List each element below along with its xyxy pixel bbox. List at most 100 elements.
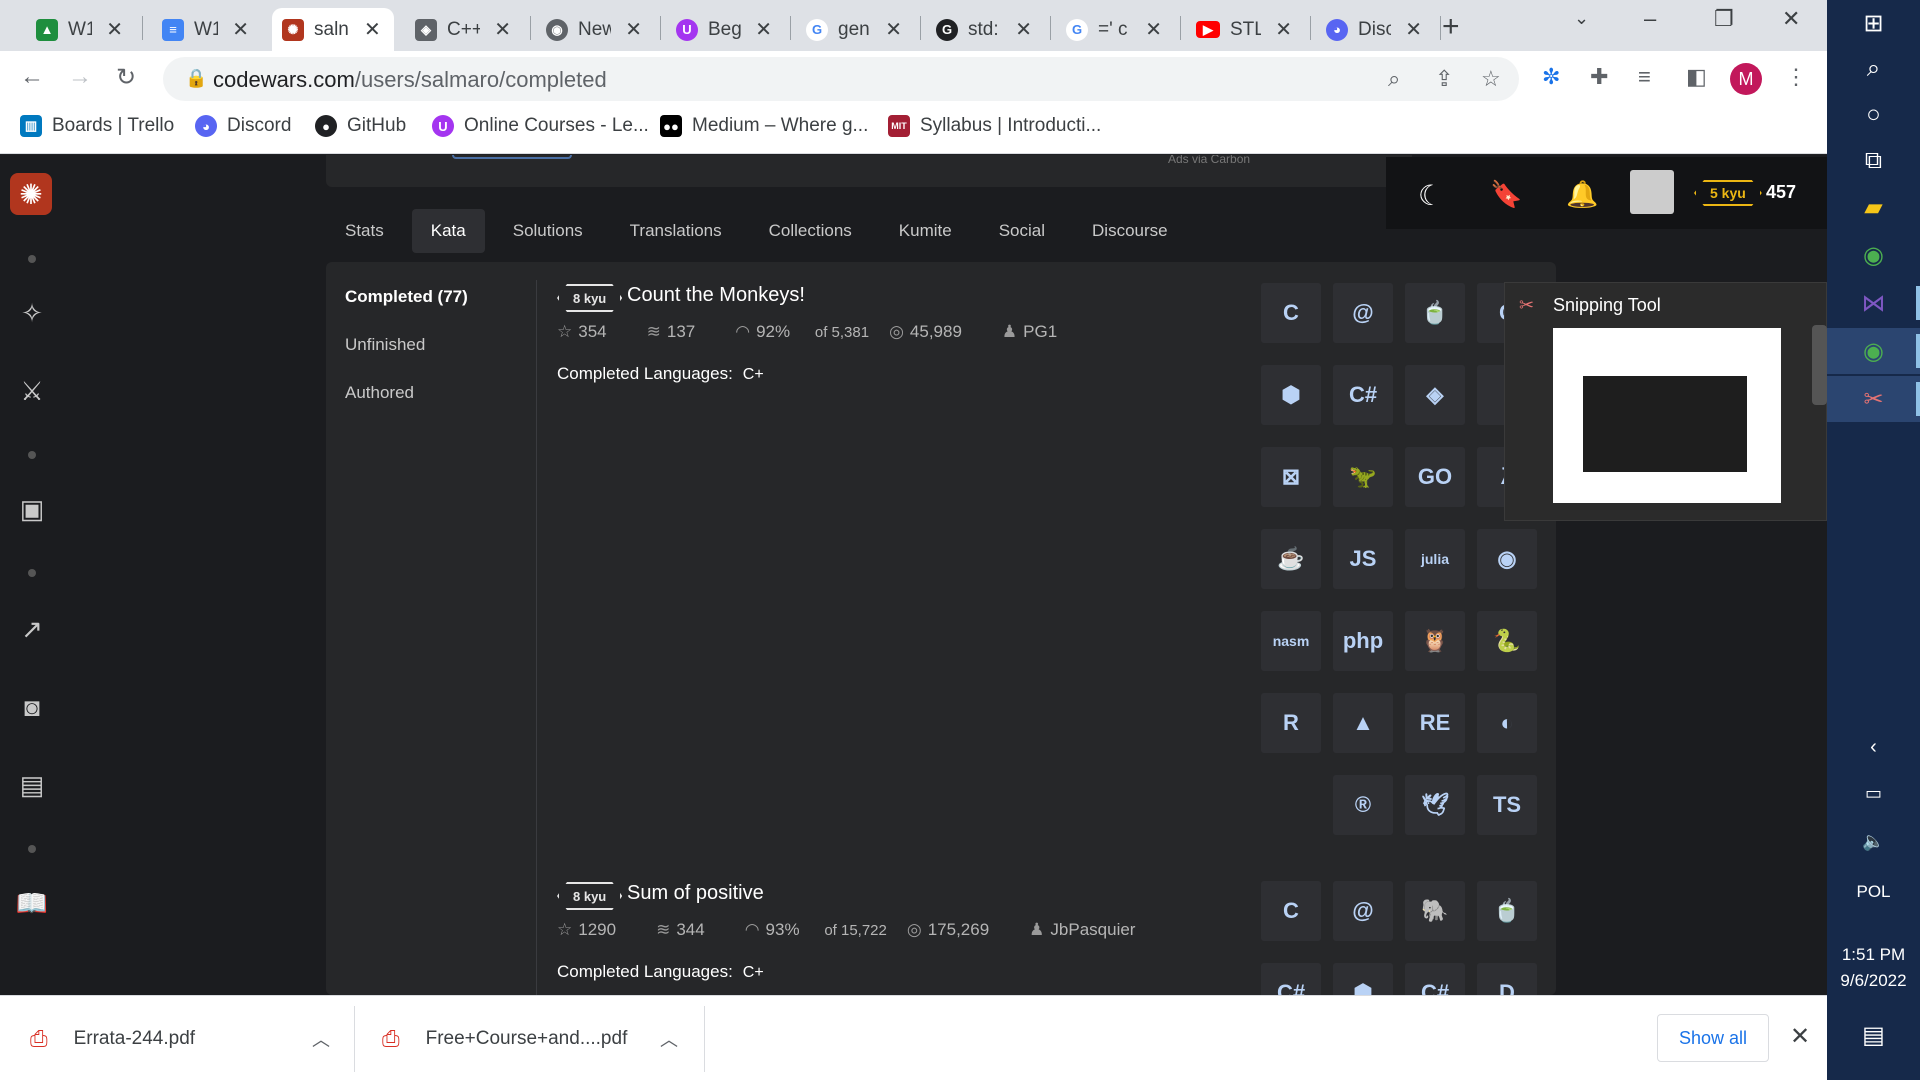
cplusplus-icon[interactable]: C+ <box>743 964 764 981</box>
language-tile[interactable]: php <box>1333 611 1393 671</box>
language-tile[interactable]: ☕ <box>1261 529 1321 589</box>
language-tile[interactable]: 🐘 <box>1405 881 1465 941</box>
ads-label[interactable]: Ads via Carbon <box>1168 155 1250 166</box>
snipping-tool-preview[interactable]: ✂ Snipping Tool <box>1504 282 1827 521</box>
notifications-bell-icon[interactable]: 🔔 <box>1566 179 1598 210</box>
author-link[interactable]: JbPasquier <box>1050 920 1135 939</box>
close-tab-icon[interactable]: ✕ <box>494 17 511 42</box>
share-icon[interactable]: ⇪ <box>1435 66 1453 92</box>
tab-codewars[interactable]: ✺ saln ✕ <box>272 8 394 51</box>
subnav-authored[interactable]: Authored <box>345 383 545 431</box>
language-tile[interactable]: ⊠ <box>1261 447 1321 507</box>
tab-translations[interactable]: Translations <box>611 209 741 253</box>
snipping-thumbnail[interactable] <box>1553 328 1781 503</box>
bookmark-trello[interactable]: ▥ Boards | Trello <box>20 115 174 137</box>
language-tile[interactable]: ⬢ <box>1261 365 1321 425</box>
language-tile[interactable]: 🕊 <box>1405 775 1465 835</box>
language-tile[interactable]: 🦉 <box>1405 611 1465 671</box>
close-tab-icon[interactable]: ✕ <box>364 17 381 42</box>
language-tile[interactable]: julia <box>1405 529 1465 589</box>
bookmarks-icon[interactable]: 🔖 <box>1490 179 1522 210</box>
language-tile[interactable]: C# <box>1261 963 1321 995</box>
lock-icon[interactable]: 🔒 <box>185 68 207 89</box>
tab-kata[interactable]: Kata <box>411 209 485 253</box>
cortana-icon[interactable]: ○ <box>1827 92 1920 138</box>
tab-search-icon[interactable]: ⌄ <box>1574 8 1589 29</box>
close-tab-icon[interactable]: ✕ <box>232 17 249 42</box>
input-language[interactable]: POL <box>1827 882 1920 902</box>
close-tab-icon[interactable]: ✕ <box>1405 17 1422 42</box>
language-tile[interactable]: C# <box>1405 963 1465 995</box>
url-text[interactable]: codewars.com/users/salmaro/completed <box>213 67 607 93</box>
side-panel-icon[interactable]: ◧ <box>1686 64 1707 90</box>
language-tile[interactable]: C# <box>1333 365 1393 425</box>
language-tile[interactable]: 🐍 <box>1477 611 1537 671</box>
reload-button[interactable]: ↻ <box>116 63 136 92</box>
language-tile[interactable]: @ <box>1333 283 1393 343</box>
tab-stats[interactable]: Stats <box>326 209 403 253</box>
profile-avatar[interactable]: M <box>1730 63 1762 95</box>
leaderboard-icon[interactable]: ↗ <box>14 611 50 647</box>
bookmark-github[interactable]: ● GitHub <box>315 115 406 137</box>
language-tile[interactable]: TS <box>1477 775 1537 835</box>
tab-w15-drive[interactable]: ▲W15✕ <box>26 8 133 51</box>
user-avatar[interactable] <box>1630 170 1674 214</box>
kata-title-link[interactable]: Count the Monkeys! <box>627 284 805 307</box>
cplusplus-icon[interactable]: C+ <box>743 366 764 383</box>
notifications-icon[interactable]: ▤ <box>1827 1012 1920 1058</box>
language-tile[interactable]: 🍵 <box>1477 881 1537 941</box>
close-tab-icon[interactable]: ✕ <box>106 17 123 42</box>
rank-badge[interactable]: 5 kyu <box>1694 180 1762 206</box>
training-icon[interactable]: ✧ <box>14 295 50 331</box>
tab-udemy[interactable]: U Beg ✕ <box>666 8 782 51</box>
docs-book-icon[interactable]: 📖 <box>14 885 50 921</box>
close-tab-icon[interactable]: ✕ <box>1275 17 1292 42</box>
download-item[interactable]: ⎙ Errata-244.pdf ︿ <box>30 996 330 1080</box>
visual-studio-icon[interactable]: ⋈ <box>1827 280 1920 326</box>
tab-cplusplus[interactable]: ◈ C++ ✕ <box>405 8 521 51</box>
close-tab-icon[interactable]: ✕ <box>1145 17 1162 42</box>
practice-icon[interactable]: ⚔ <box>14 373 50 409</box>
tab-collections[interactable]: Collections <box>750 209 871 253</box>
close-tab-icon[interactable]: ✕ <box>1015 17 1032 42</box>
snipping-tool-taskbar-icon[interactable]: ✂ <box>1827 376 1920 422</box>
close-tab-icon[interactable]: ✕ <box>755 17 772 42</box>
zoom-icon[interactable]: ⌕ <box>1388 66 1400 92</box>
tab-discourse[interactable]: Discourse <box>1073 209 1187 253</box>
discord-icon[interactable]: ◙ <box>14 689 50 725</box>
briefcase-icon[interactable]: ▣ <box>14 491 50 527</box>
page-scrollbar[interactable] <box>1812 325 1827 405</box>
tab-google-gen[interactable]: Ggen ✕ <box>796 8 912 51</box>
tab-std[interactable]: Gstd: ✕ <box>926 8 1042 51</box>
language-tile[interactable]: D <box>1477 963 1537 995</box>
tab-youtube-stl[interactable]: ▶ STL ✕ <box>1186 8 1302 51</box>
tab-social[interactable]: Social <box>980 209 1064 253</box>
download-item[interactable]: ⎙ Free+Course+and....pdf ︿ <box>382 996 682 1080</box>
show-all-button[interactable]: Show all <box>1657 1014 1769 1062</box>
bookmark-medium[interactable]: ●● Medium – Where g... <box>660 115 868 137</box>
language-tile[interactable]: 🍵 <box>1405 283 1465 343</box>
back-button[interactable]: ← <box>20 63 44 91</box>
minimize-button[interactable]: – <box>1644 6 1656 32</box>
extensions-puzzle-icon[interactable]: ✚ <box>1590 64 1608 90</box>
close-window-button[interactable]: ✕ <box>1782 6 1800 32</box>
codewars-logo-icon[interactable]: ✺ <box>10 173 52 215</box>
chat-icon[interactable]: ▤ <box>14 767 50 803</box>
language-tile[interactable]: ® <box>1333 775 1393 835</box>
bookmark-star-icon[interactable]: ☆ <box>1481 66 1501 92</box>
close-tab-icon[interactable]: ✕ <box>885 17 902 42</box>
language-tile[interactable]: R <box>1261 693 1321 753</box>
bookmark-discord[interactable]: ◕ Discord <box>195 115 291 137</box>
tab-new[interactable]: ◉ New ✕ <box>536 8 652 51</box>
windows-start-icon[interactable]: ⊞ <box>1827 0 1920 46</box>
clock[interactable]: 1:51 PM 9/6/2022 <box>1827 942 1920 994</box>
file-explorer-icon[interactable]: ▰ <box>1827 184 1920 230</box>
language-tile[interactable]: RE <box>1405 693 1465 753</box>
subnav-completed[interactable]: Completed (77) <box>345 287 545 335</box>
menu-icon[interactable]: ⋮ <box>1785 64 1807 90</box>
tab-solutions[interactable]: Solutions <box>494 209 602 253</box>
chevron-up-icon[interactable]: ︿ <box>660 1026 678 1052</box>
tab-discord[interactable]: ◕ Disc ✕ <box>1316 8 1432 51</box>
language-tile[interactable]: ◐ <box>1477 693 1537 753</box>
tab-google-c[interactable]: G =' c ✕ <box>1056 8 1172 51</box>
